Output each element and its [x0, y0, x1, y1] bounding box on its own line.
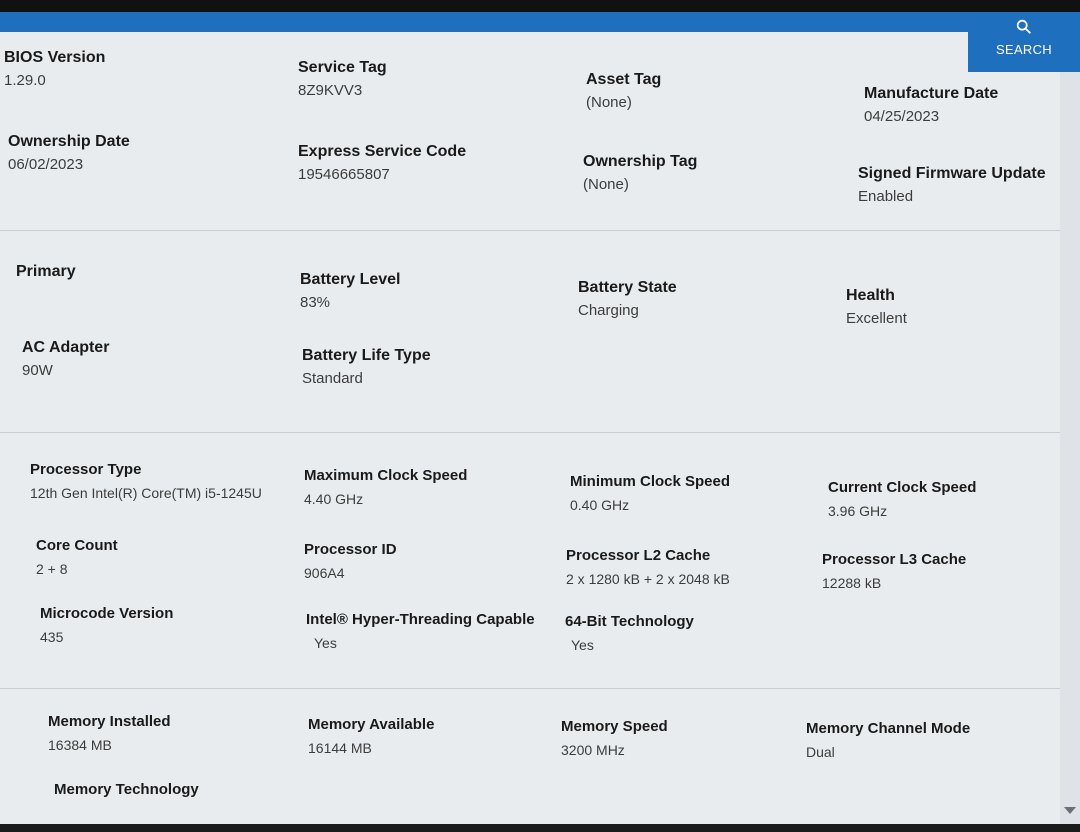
memory-technology-label: Memory Technology	[54, 781, 199, 798]
current-clock-speed-value: 3.96 GHz	[828, 503, 888, 519]
memory-installed-value: 16384 MB	[48, 737, 112, 753]
search-icon	[1016, 19, 1031, 34]
express-service-code-field: Express Service Code 19546665807	[298, 142, 548, 186]
memory-speed-label: Memory Speed	[561, 718, 668, 735]
microcode-version-label: Microcode Version	[40, 605, 174, 622]
min-clock-speed-label: Minimum Clock Speed	[570, 473, 731, 490]
battery-health-value: Excellent	[846, 310, 907, 327]
memory-available-label: Memory Available	[308, 716, 435, 733]
memory-speed-field: Memory Speed 3200 MHz	[561, 717, 811, 761]
max-clock-speed-label: Maximum Clock Speed	[304, 467, 468, 484]
battery-life-type-field: Battery Life Type Standard	[302, 346, 552, 390]
hyper-threading-label: Intel® Hyper-Threading Capable	[306, 611, 535, 628]
ownership-tag-field: Ownership Tag (None)	[583, 152, 833, 196]
64bit-technology-field: 64-Bit Technology Yes	[565, 612, 815, 656]
service-tag-field: Service Tag 8Z9KVV3	[298, 58, 548, 102]
asset-tag-value: (None)	[586, 94, 632, 111]
bios-version-label: BIOS Version	[4, 49, 106, 66]
memory-technology-field: Memory Technology	[54, 780, 304, 800]
bios-version-value: 1.29.0	[4, 72, 46, 89]
scroll-down-arrow-icon[interactable]	[1064, 807, 1076, 814]
asset-tag-field: Asset Tag (None)	[586, 70, 836, 114]
bios-version-field: BIOS Version 1.29.0	[4, 48, 254, 92]
microcode-version-field: Microcode Version 435	[40, 604, 290, 648]
core-count-label: Core Count	[36, 537, 118, 554]
battery-state-value: Charging	[578, 302, 639, 319]
battery-life-type-value: Standard	[302, 370, 363, 387]
manufacture-date-value: 04/25/2023	[864, 108, 940, 125]
express-service-code-value: 19546665807	[298, 166, 390, 183]
section-divider	[0, 230, 1060, 231]
memory-available-value: 16144 MB	[308, 740, 372, 756]
hyper-threading-value: Yes	[314, 635, 337, 651]
battery-health-label: Health	[846, 287, 895, 304]
primary-battery-label: Primary	[16, 263, 76, 280]
express-service-code-label: Express Service Code	[298, 143, 467, 160]
ac-adapter-value: 90W	[22, 362, 53, 379]
section-divider	[0, 688, 1060, 689]
bottom-bezel	[0, 824, 1080, 832]
service-tag-label: Service Tag	[298, 59, 387, 76]
ownership-tag-value: (None)	[583, 176, 629, 193]
battery-health-field: Health Excellent	[846, 286, 1080, 330]
top-bar	[0, 12, 1080, 32]
processor-id-field: Processor ID 906A4	[304, 540, 554, 584]
max-clock-speed-field: Maximum Clock Speed 4.40 GHz	[304, 466, 554, 510]
processor-type-value: 12th Gen Intel(R) Core(TM) i5-1245U	[30, 485, 262, 501]
core-count-value: 2 + 8	[36, 561, 68, 577]
hyper-threading-field: Intel® Hyper-Threading Capable Yes	[306, 610, 556, 654]
battery-level-field: Battery Level 83%	[300, 270, 550, 314]
manufacture-date-label: Manufacture Date	[864, 85, 999, 102]
min-clock-speed-field: Minimum Clock Speed 0.40 GHz	[570, 472, 820, 516]
signed-firmware-update-label: Signed Firmware Update	[858, 165, 1046, 182]
memory-installed-label: Memory Installed	[48, 713, 171, 730]
signed-firmware-update-field: Signed Firmware Update Enabled	[858, 164, 1080, 208]
processor-type-field: Processor Type 12th Gen Intel(R) Core(TM…	[30, 460, 280, 504]
memory-channel-mode-label: Memory Channel Mode	[806, 720, 971, 737]
memory-channel-mode-value: Dual	[806, 744, 835, 760]
l3-cache-field: Processor L3 Cache 12288 kB	[822, 550, 1072, 594]
asset-tag-label: Asset Tag	[586, 71, 662, 88]
ac-adapter-field: AC Adapter 90W	[22, 338, 272, 382]
ownership-date-field: Ownership Date 06/02/2023	[8, 132, 258, 176]
bios-overview-screen: SEARCH BIOS Version 1.29.0 Service Tag 8…	[0, 12, 1080, 824]
search-button[interactable]: SEARCH	[968, 12, 1080, 72]
memory-available-field: Memory Available 16144 MB	[308, 715, 558, 759]
memory-channel-mode-field: Memory Channel Mode Dual	[806, 719, 1056, 763]
min-clock-speed-value: 0.40 GHz	[570, 497, 630, 513]
memory-installed-field: Memory Installed 16384 MB	[48, 712, 298, 756]
processor-id-label: Processor ID	[304, 541, 397, 558]
primary-battery-field: Primary	[16, 262, 266, 282]
l2-cache-value: 2 x 1280 kB + 2 x 2048 kB	[566, 571, 730, 587]
microcode-version-value: 435	[40, 629, 64, 645]
64bit-technology-label: 64-Bit Technology	[565, 613, 694, 630]
section-divider	[0, 432, 1060, 433]
l3-cache-label: Processor L3 Cache	[822, 551, 967, 568]
current-clock-speed-label: Current Clock Speed	[828, 479, 977, 496]
64bit-technology-value: Yes	[571, 637, 594, 653]
battery-state-field: Battery State Charging	[578, 278, 828, 322]
ownership-date-value: 06/02/2023	[8, 156, 84, 173]
ac-adapter-label: AC Adapter	[22, 339, 110, 356]
vertical-scrollbar[interactable]	[1060, 72, 1080, 824]
l2-cache-label: Processor L2 Cache	[566, 547, 711, 564]
battery-life-type-label: Battery Life Type	[302, 347, 431, 364]
l3-cache-value: 12288 kB	[822, 575, 882, 591]
core-count-field: Core Count 2 + 8	[36, 536, 286, 580]
memory-speed-value: 3200 MHz	[561, 742, 625, 758]
ownership-tag-label: Ownership Tag	[583, 153, 698, 170]
search-label: SEARCH	[996, 42, 1052, 57]
ownership-date-label: Ownership Date	[8, 133, 130, 150]
l2-cache-field: Processor L2 Cache 2 x 1280 kB + 2 x 204…	[566, 546, 816, 590]
signed-firmware-update-value: Enabled	[858, 188, 914, 205]
max-clock-speed-value: 4.40 GHz	[304, 491, 364, 507]
manufacture-date-field: Manufacture Date 04/25/2023	[864, 84, 1080, 128]
battery-level-value: 83%	[300, 294, 331, 311]
processor-id-value: 906A4	[304, 565, 345, 581]
battery-state-label: Battery State	[578, 279, 677, 296]
current-clock-speed-field: Current Clock Speed 3.96 GHz	[828, 478, 1078, 522]
processor-type-label: Processor Type	[30, 461, 142, 478]
battery-level-label: Battery Level	[300, 271, 401, 288]
service-tag-value: 8Z9KVV3	[298, 82, 363, 99]
